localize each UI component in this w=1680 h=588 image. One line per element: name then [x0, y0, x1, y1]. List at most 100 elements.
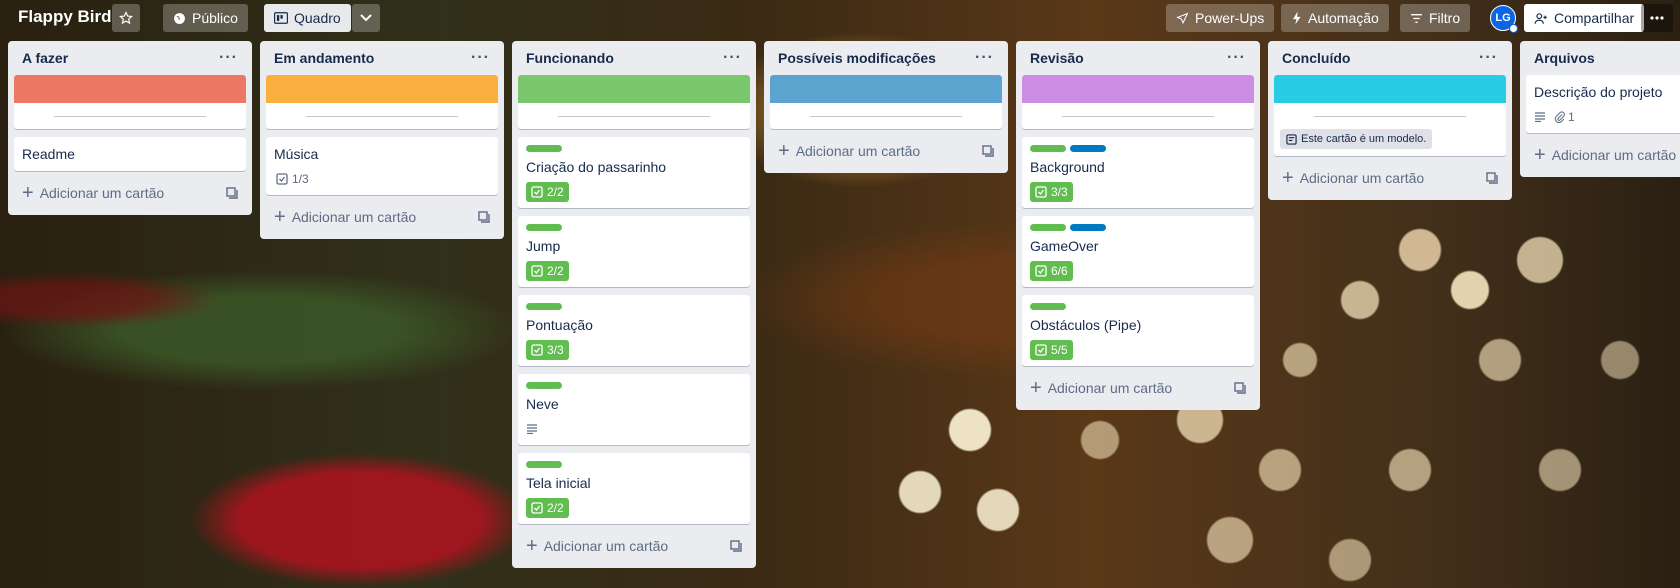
- filter-label: Filtro: [1429, 10, 1461, 26]
- list-menu-icon[interactable]: ···: [1479, 50, 1498, 66]
- rocket-icon: [1176, 12, 1189, 25]
- divider: [558, 116, 710, 117]
- view-switcher-button[interactable]: [352, 4, 380, 32]
- card-gameover[interactable]: GameOver 6/6: [1022, 216, 1254, 287]
- list-title[interactable]: Revisão: [1030, 50, 1084, 66]
- template-card[interactable]: Este cartão é um modelo.: [1274, 75, 1506, 156]
- card-title: Criação do passarinho: [526, 159, 667, 175]
- plus-icon: +: [1534, 144, 1546, 166]
- template-icon[interactable]: [1486, 171, 1498, 184]
- template-icon[interactable]: [982, 145, 994, 157]
- add-card-button[interactable]: + Adicionar um cartão: [1274, 164, 1506, 192]
- card-cover: [14, 75, 246, 103]
- plus-icon: +: [526, 535, 538, 557]
- card-cover: [518, 75, 750, 103]
- add-card-button[interactable]: + Adicionar um cartão: [1022, 374, 1254, 402]
- checklist-count: 5/5: [1051, 343, 1068, 357]
- list-funcionando: Funcionando ··· Criação do passarinho 2/…: [512, 41, 756, 568]
- cover-card[interactable]: [266, 75, 498, 129]
- list-menu-icon[interactable]: ···: [471, 50, 490, 66]
- card-cover: [770, 75, 1002, 103]
- divider: [1062, 116, 1214, 117]
- list-title[interactable]: Concluído: [1282, 50, 1350, 66]
- label-blue: [1070, 145, 1106, 152]
- visibility-button[interactable]: Público: [163, 4, 248, 32]
- avatar-initials: LG: [1495, 12, 1511, 24]
- list-title[interactable]: Arquivos: [1534, 50, 1595, 66]
- board-view-icon: [274, 12, 288, 24]
- template-icon[interactable]: [730, 540, 742, 552]
- share-button[interactable]: Compartilhar: [1524, 4, 1645, 32]
- checklist-count: 6/6: [1051, 264, 1068, 278]
- add-card-label: Adicionar um cartão: [1047, 380, 1173, 396]
- card-cover: [266, 75, 498, 103]
- list-title[interactable]: Em andamento: [274, 50, 374, 66]
- add-card-button[interactable]: + Adicionar um cartão: [266, 203, 498, 231]
- card-background[interactable]: Background 3/3: [1022, 137, 1254, 208]
- card-neve[interactable]: Neve: [518, 374, 750, 445]
- card-cover: [1022, 75, 1254, 103]
- cover-card[interactable]: [14, 75, 246, 129]
- filter-button[interactable]: Filtro: [1400, 4, 1471, 32]
- checkbox-icon: [531, 265, 543, 277]
- power-ups-label: Power-Ups: [1195, 10, 1265, 26]
- attachment-badge: 1: [1554, 110, 1575, 124]
- power-ups-button[interactable]: Power-Ups: [1166, 4, 1275, 32]
- list-header: Possíveis modificações ···: [770, 41, 1002, 75]
- list-header: Funcionando ···: [518, 41, 750, 75]
- card-title: Descrição do projeto: [1534, 84, 1663, 100]
- cover-card[interactable]: [770, 75, 1002, 129]
- checklist-badge: 3/3: [526, 340, 569, 360]
- view-button[interactable]: Quadro: [264, 4, 351, 32]
- label-green: [526, 382, 562, 389]
- checkbox-icon: [531, 186, 543, 198]
- add-card-button[interactable]: + Adicionar um cartão: [1526, 141, 1680, 169]
- add-card-button[interactable]: + Adicionar um cartão: [14, 179, 246, 207]
- list-menu-icon[interactable]: ···: [1227, 50, 1246, 66]
- add-card-button[interactable]: + Adicionar um cartão: [518, 532, 750, 560]
- card-criacao-passarinho[interactable]: Criação do passarinho 2/2: [518, 137, 750, 208]
- star-button[interactable]: [112, 4, 140, 32]
- description-icon: [1534, 112, 1546, 122]
- add-card-label: Adicionar um cartão: [543, 538, 669, 554]
- label-green: [526, 303, 562, 310]
- lightning-icon: [1291, 11, 1302, 25]
- board-menu-button[interactable]: [1641, 4, 1673, 32]
- checklist-count: 2/2: [547, 501, 564, 515]
- card-jump[interactable]: Jump 2/2: [518, 216, 750, 287]
- template-icon[interactable]: [1234, 382, 1246, 394]
- list-menu-icon[interactable]: ···: [723, 50, 742, 66]
- attachment-count: 1: [1568, 110, 1575, 124]
- plus-icon: +: [778, 140, 790, 162]
- template-icon[interactable]: [226, 187, 238, 199]
- list-header: Revisão ···: [1022, 41, 1254, 75]
- list-title[interactable]: Possíveis modificações: [778, 50, 936, 66]
- card-musica[interactable]: Música 1/3: [266, 137, 498, 195]
- list-arquivos: Arquivos Descrição do projeto 1 + Adicion…: [1520, 41, 1680, 177]
- add-card-label: Adicionar um cartão: [1551, 147, 1677, 163]
- automation-button[interactable]: Automação: [1281, 4, 1389, 32]
- cover-card[interactable]: [1022, 75, 1254, 129]
- description-icon: [526, 424, 538, 434]
- plus-icon: +: [1282, 166, 1294, 189]
- checkbox-icon: [276, 173, 288, 185]
- list-menu-icon[interactable]: ···: [219, 50, 238, 66]
- card-obstaculos-pipe[interactable]: Obstáculos (Pipe) 5/5: [1022, 295, 1254, 366]
- add-card-button[interactable]: + Adicionar um cartão: [770, 137, 1002, 165]
- card-readme[interactable]: Readme: [14, 137, 246, 171]
- list-menu-icon[interactable]: ···: [975, 50, 994, 66]
- template-icon[interactable]: [478, 211, 490, 223]
- checklist-badge: 2/2: [526, 182, 569, 202]
- list-title[interactable]: Funcionando: [526, 50, 614, 66]
- member-avatar[interactable]: LG: [1490, 5, 1518, 33]
- card-tela-inicial[interactable]: Tela inicial 2/2: [518, 453, 750, 524]
- list-title[interactable]: A fazer: [22, 50, 68, 66]
- board-title[interactable]: Flappy Bird: [18, 7, 112, 27]
- card-title: Música: [274, 146, 319, 162]
- card-descricao-projeto[interactable]: Descrição do projeto 1: [1526, 75, 1680, 133]
- checkbox-icon: [531, 344, 543, 356]
- more-icon: [1650, 16, 1664, 20]
- cover-card[interactable]: [518, 75, 750, 129]
- automation-label: Automação: [1308, 10, 1379, 26]
- card-pontuacao[interactable]: Pontuação 3/3: [518, 295, 750, 366]
